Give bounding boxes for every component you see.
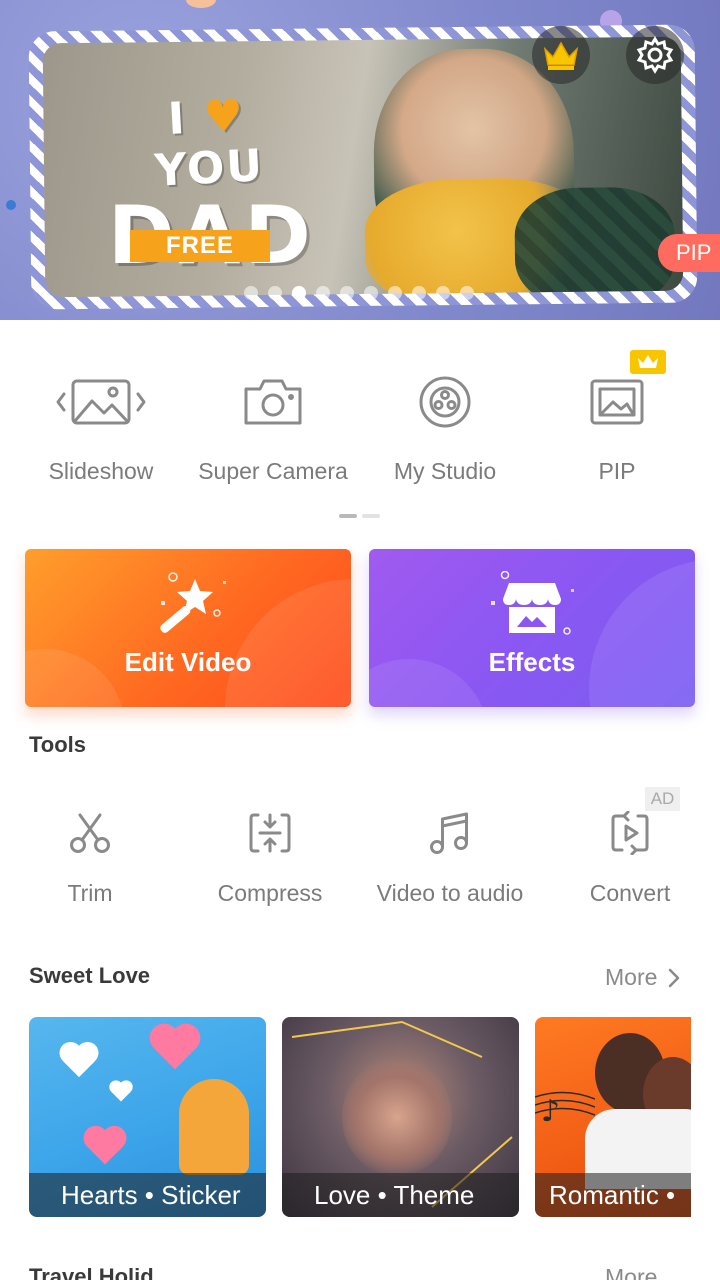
- template-card[interactable]: Hearts • Sticker: [29, 1017, 266, 1217]
- carousel-dot[interactable]: [292, 286, 306, 300]
- travel-holiday-title: Travel Holid: [29, 1264, 154, 1280]
- carousel-dot[interactable]: [340, 286, 354, 300]
- heart-icon: ♥: [202, 90, 247, 144]
- confetti-decoration: [186, 0, 216, 8]
- template-caption: Love • Theme: [282, 1173, 519, 1217]
- gear-icon: [636, 36, 674, 74]
- travel-holiday-more-link[interactable]: More: [605, 1264, 657, 1280]
- carousel-dot[interactable]: [436, 286, 450, 300]
- sweet-love-carousel[interactable]: Hearts • Sticker Love • Theme ♪ Romantic…: [29, 1017, 691, 1217]
- carousel-dot[interactable]: [364, 286, 378, 300]
- promo-banner[interactable]: I ♥ YOU DAD FREE PIP: [0, 0, 720, 320]
- template-card[interactable]: Love • Theme: [282, 1017, 519, 1217]
- carousel-dot[interactable]: [244, 286, 258, 300]
- settings-button[interactable]: [626, 26, 684, 84]
- free-ribbon: FREE: [130, 230, 270, 262]
- my-studio-button[interactable]: My Studio: [359, 370, 531, 485]
- more-label: More: [605, 964, 658, 990]
- magic-wand-icon: [160, 572, 226, 633]
- pip-label: PIP: [598, 458, 636, 484]
- slideshow-label: Slideshow: [48, 458, 154, 484]
- convert-button[interactable]: Convert: [540, 808, 720, 907]
- carousel-dot[interactable]: [388, 286, 402, 300]
- carousel-dot[interactable]: [268, 286, 282, 300]
- person-figure: [179, 1079, 249, 1175]
- tools-title: Tools: [29, 732, 87, 757]
- carousel-dot[interactable]: [412, 286, 426, 300]
- promo-text-i: I: [166, 93, 188, 146]
- convert-icon: [611, 811, 649, 855]
- slideshow-button[interactable]: Slideshow: [15, 370, 187, 485]
- film-reel-icon: [419, 376, 471, 428]
- edit-video-label: Edit Video: [124, 647, 252, 677]
- crown-icon: [638, 355, 658, 368]
- compress-button[interactable]: Compress: [180, 808, 360, 907]
- video-to-audio-label: Video to audio: [376, 880, 524, 906]
- convert-label: Convert: [589, 880, 671, 906]
- crown-icon: [543, 41, 579, 70]
- compress-icon: [249, 813, 291, 853]
- effects-label: Effects: [488, 647, 576, 677]
- pip-icon: [590, 379, 644, 425]
- vip-crown-button[interactable]: [532, 26, 590, 84]
- music-note-icon: [430, 812, 468, 854]
- carousel-dot[interactable]: [460, 286, 474, 300]
- music-staff-decoration: ♪: [535, 1091, 595, 1129]
- promo-text-you: YOU: [153, 140, 266, 197]
- super-camera-button[interactable]: Super Camera: [187, 370, 359, 485]
- edit-video-card[interactable]: Edit Video: [25, 549, 351, 707]
- chevron-right-icon: [669, 968, 680, 987]
- my-studio-label: My Studio: [393, 458, 497, 484]
- template-card[interactable]: ♪ Romantic •: [535, 1017, 691, 1217]
- vip-badge: [630, 350, 666, 374]
- slideshow-icon: [56, 379, 146, 425]
- quick-actions-row: Slideshow Super Camera My Studio PIP: [15, 370, 705, 485]
- pip-tag[interactable]: PIP: [658, 234, 720, 272]
- store-icon: [491, 570, 574, 635]
- sweet-love-more-link[interactable]: More: [605, 964, 681, 991]
- super-camera-label: Super Camera: [198, 458, 348, 484]
- trim-button[interactable]: Trim: [0, 808, 180, 907]
- tools-row: Trim Compress Video to audio Convert: [0, 808, 720, 907]
- heart-sticker: [109, 1081, 133, 1105]
- heart-sticker: [59, 1043, 99, 1083]
- carousel-indicator: [244, 286, 474, 300]
- sweet-love-title: Sweet Love: [29, 963, 151, 988]
- quick-actions-page-indicator: [339, 514, 380, 518]
- pip-button[interactable]: PIP: [531, 370, 703, 485]
- svg-text:♪: ♪: [541, 1094, 560, 1129]
- compress-label: Compress: [217, 880, 323, 906]
- scissors-icon: [70, 813, 110, 853]
- carousel-dot[interactable]: [316, 286, 330, 300]
- camera-icon: [244, 379, 302, 425]
- heart-sticker: [83, 1127, 127, 1171]
- heart-sticker: [149, 1025, 201, 1077]
- confetti-decoration: [6, 200, 16, 210]
- effects-card[interactable]: Effects: [369, 549, 695, 707]
- trim-label: Trim: [67, 880, 113, 906]
- template-caption: Romantic •: [535, 1173, 691, 1217]
- video-to-audio-button[interactable]: Video to audio: [360, 808, 540, 907]
- template-caption: Hearts • Sticker: [29, 1173, 266, 1217]
